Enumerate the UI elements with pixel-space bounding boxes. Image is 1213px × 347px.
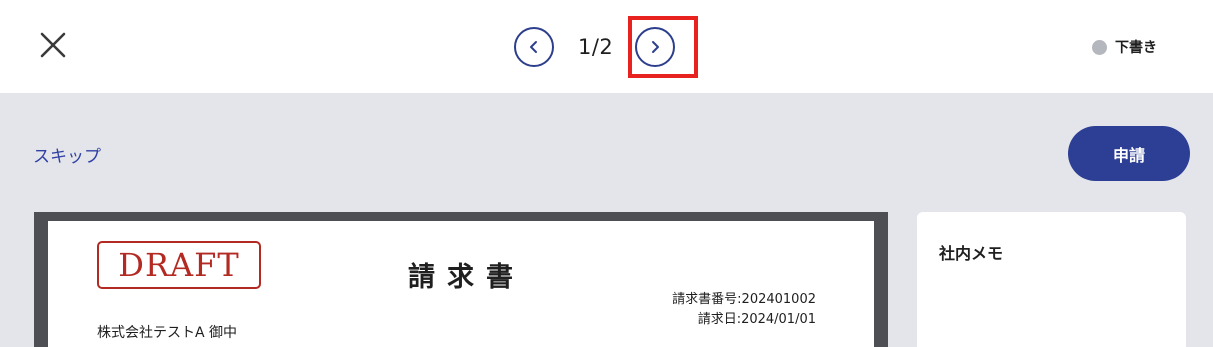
close-icon <box>40 32 66 58</box>
invoice-title: 請求書 <box>408 262 525 293</box>
memo-title: 社内メモ <box>939 244 1004 263</box>
chevron-left-icon <box>530 41 537 53</box>
memo-panel: 社内メモ <box>917 212 1186 347</box>
skip-link[interactable]: スキップ <box>33 142 101 167</box>
draft-stamp: DRAFT <box>97 241 261 289</box>
previous-page-button[interactable] <box>514 27 554 67</box>
status-badge: 下書き <box>1092 37 1157 57</box>
status-dot <box>1092 39 1107 55</box>
next-page-button[interactable] <box>635 27 676 67</box>
page-indicator: 1/2 <box>578 35 614 59</box>
pager: 1/2 <box>514 27 676 67</box>
recipient: 株式会社テストA 御中 <box>97 325 238 341</box>
close-button[interactable] <box>38 30 68 60</box>
apply-button[interactable]: 申請 <box>1068 126 1190 181</box>
status-label: 下書き <box>1115 40 1157 56</box>
invoice-date: 請求日:2024/01/01 <box>697 312 816 327</box>
chevron-right-icon <box>652 41 660 53</box>
invoice-number: 請求書番号:202401002 <box>672 292 816 307</box>
top-bar: 1/2 下書き <box>0 0 1213 93</box>
